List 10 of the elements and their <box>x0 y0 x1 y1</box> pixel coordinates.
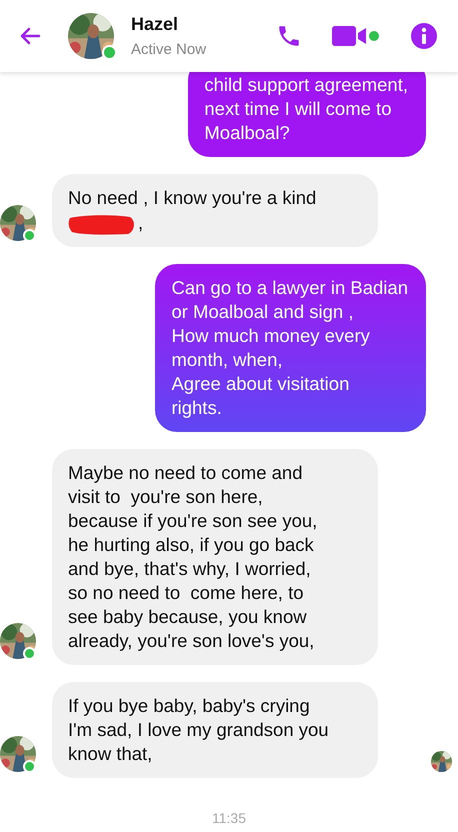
active-status: Active Now <box>131 41 208 58</box>
message-text: No need , I know you're a kind <box>68 186 318 210</box>
contact-name: Hazel <box>131 14 180 35</box>
info-icon[interactable] <box>410 22 438 50</box>
message-bubble: Can go to a lawyer in Badian or Moalboal and sign , How much money every month, when, Agree about visitation rights. <box>155 264 426 432</box>
video-camera-icon[interactable] <box>332 25 380 47</box>
message-bubble: Maybe no need to come and visit to you're son here, because if you're son see you, he hurting also, if you go back and bye, that's why, I worried, so no need to come here, to see baby because, you know already, you're son love's you, <box>52 449 378 665</box>
message-text: , <box>138 211 144 235</box>
timestamp: 11:35 <box>212 810 246 826</box>
message-bubble: If you bye baby, baby's crying I'm sad, I love my grandson you know that, <box>52 682 378 778</box>
